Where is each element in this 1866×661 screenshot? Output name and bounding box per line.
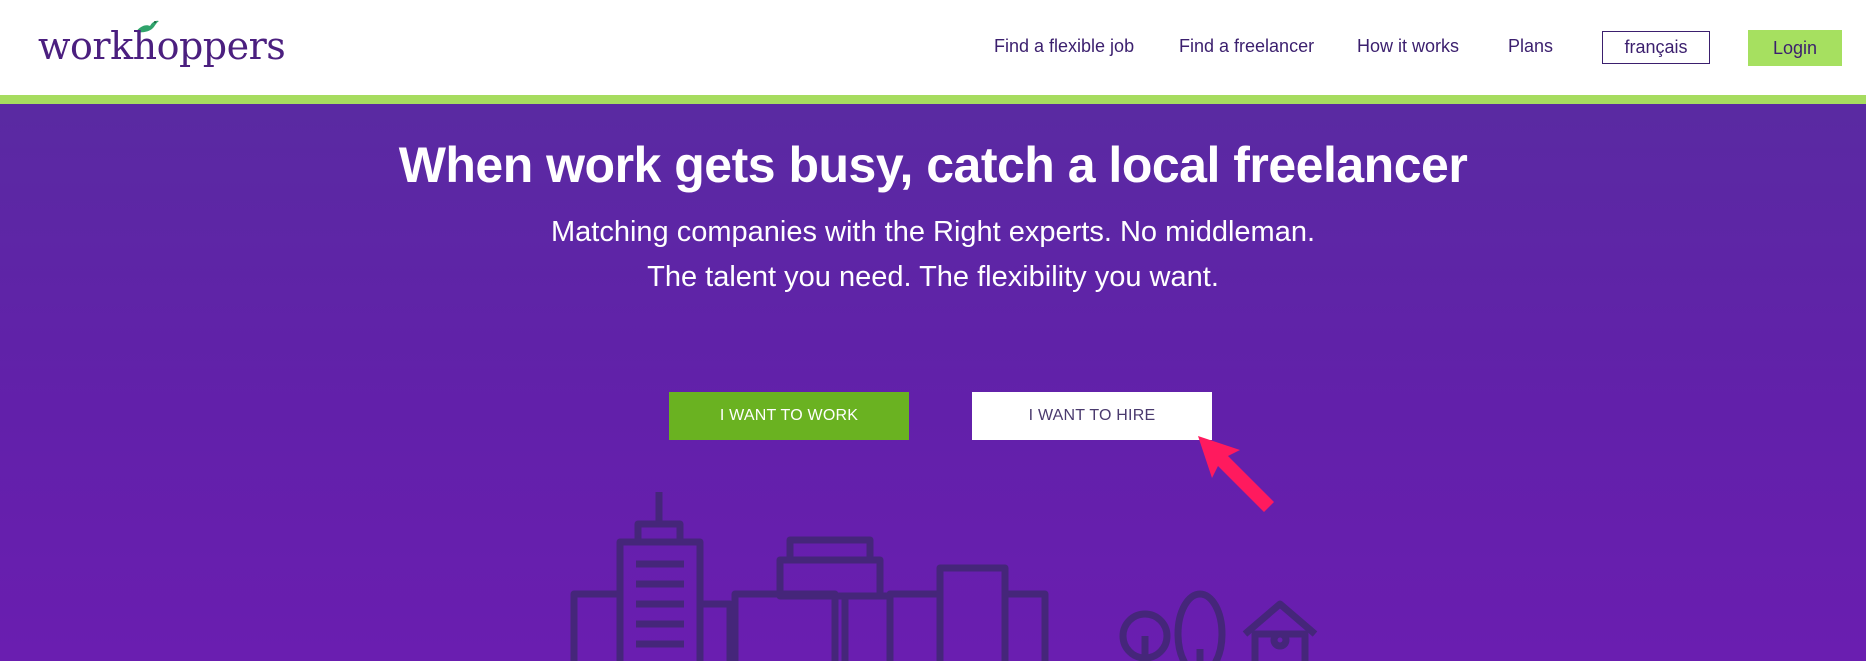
accent-bar <box>0 95 1866 104</box>
nav-find-freelancer[interactable]: Find a freelancer <box>1179 36 1314 57</box>
nav-find-flexible-job[interactable]: Find a flexible job <box>994 36 1134 57</box>
site-header: workhoppers Find a flexible job Find a f… <box>0 0 1866 95</box>
hero-section: When work gets busy, catch a local freel… <box>0 104 1866 661</box>
hero-subtitle-line1: Matching companies with the Right expert… <box>550 216 1316 248</box>
want-to-hire-button[interactable]: I WANT TO HIRE <box>972 392 1212 440</box>
city-skyline-icon <box>570 492 1318 661</box>
main-nav: Find a flexible job Find a freelancer Ho… <box>0 36 1866 66</box>
nav-plans[interactable]: Plans <box>1508 36 1553 57</box>
login-button[interactable]: Login <box>1748 30 1842 66</box>
hero-title: When work gets busy, catch a local freel… <box>398 137 1468 193</box>
hero-subtitle-line2: The talent you need. The flexibility you… <box>647 261 1219 293</box>
want-to-work-button[interactable]: I WANT TO WORK <box>669 392 909 440</box>
nav-how-it-works[interactable]: How it works <box>1357 36 1459 57</box>
language-button[interactable]: français <box>1602 31 1710 64</box>
